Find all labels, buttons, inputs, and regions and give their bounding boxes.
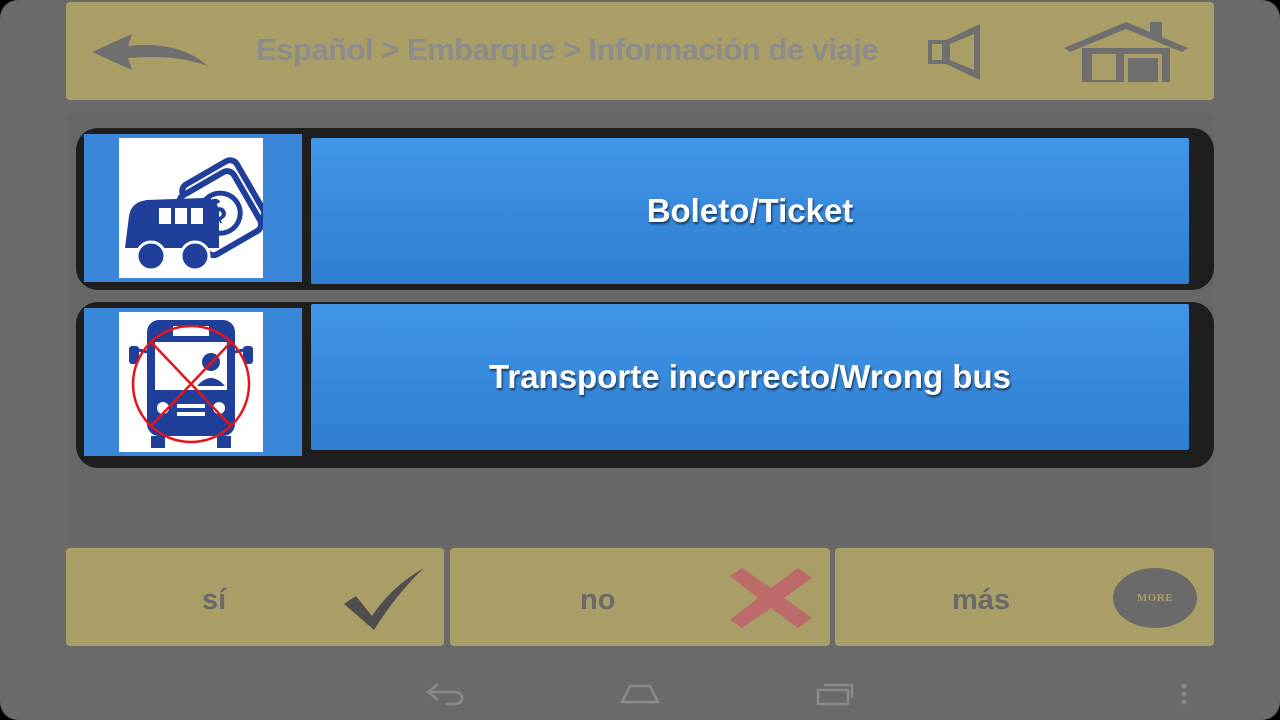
no-label: no <box>580 584 616 616</box>
nav-recents-icon[interactable] <box>814 680 856 708</box>
wrong-bus-icon <box>129 320 253 448</box>
nav-menu-icon[interactable] <box>1178 682 1190 706</box>
home-icon <box>1064 22 1188 82</box>
options-list: $ Boleto/Ticket <box>66 114 1214 546</box>
no-button[interactable]: no <box>450 548 830 646</box>
list-item-ticket[interactable]: $ Boleto/Ticket <box>76 128 1214 290</box>
item-icon-card <box>119 312 263 452</box>
back-button[interactable] <box>88 30 218 76</box>
app-screen: Español > Embarque > Información de viaj… <box>0 0 1280 720</box>
more-icon-text: MORE <box>1136 592 1174 604</box>
more-button[interactable]: más MORE <box>835 548 1214 646</box>
checkmark-icon <box>344 568 424 630</box>
home-button[interactable] <box>1062 18 1190 84</box>
item-icon-bar: $ <box>84 134 302 282</box>
yes-button[interactable]: sí <box>66 548 444 646</box>
back-arrow-icon <box>92 34 208 70</box>
list-item-wrong-bus[interactable]: Transporte incorrecto/Wrong bus <box>76 302 1214 468</box>
item-label: Boleto/Ticket <box>311 138 1189 284</box>
item-icon-card: $ <box>119 138 268 278</box>
header-bar: Español > Embarque > Información de viaj… <box>66 2 1214 100</box>
more-icon: MORE <box>1113 568 1197 628</box>
nav-home-icon[interactable] <box>618 682 662 706</box>
breadcrumb: Español > Embarque > Información de viaj… <box>256 32 879 67</box>
speaker-button[interactable] <box>924 22 990 82</box>
yes-label: sí <box>202 584 227 616</box>
more-label: más <box>952 584 1011 616</box>
item-icon-bar <box>84 308 302 456</box>
speaker-icon <box>928 24 980 80</box>
item-label: Transporte incorrecto/Wrong bus <box>311 304 1189 450</box>
system-nav-bar <box>0 660 1280 720</box>
x-icon <box>730 568 812 628</box>
bus-ticket-icon: $ <box>125 157 268 272</box>
nav-back-icon[interactable] <box>424 680 466 706</box>
